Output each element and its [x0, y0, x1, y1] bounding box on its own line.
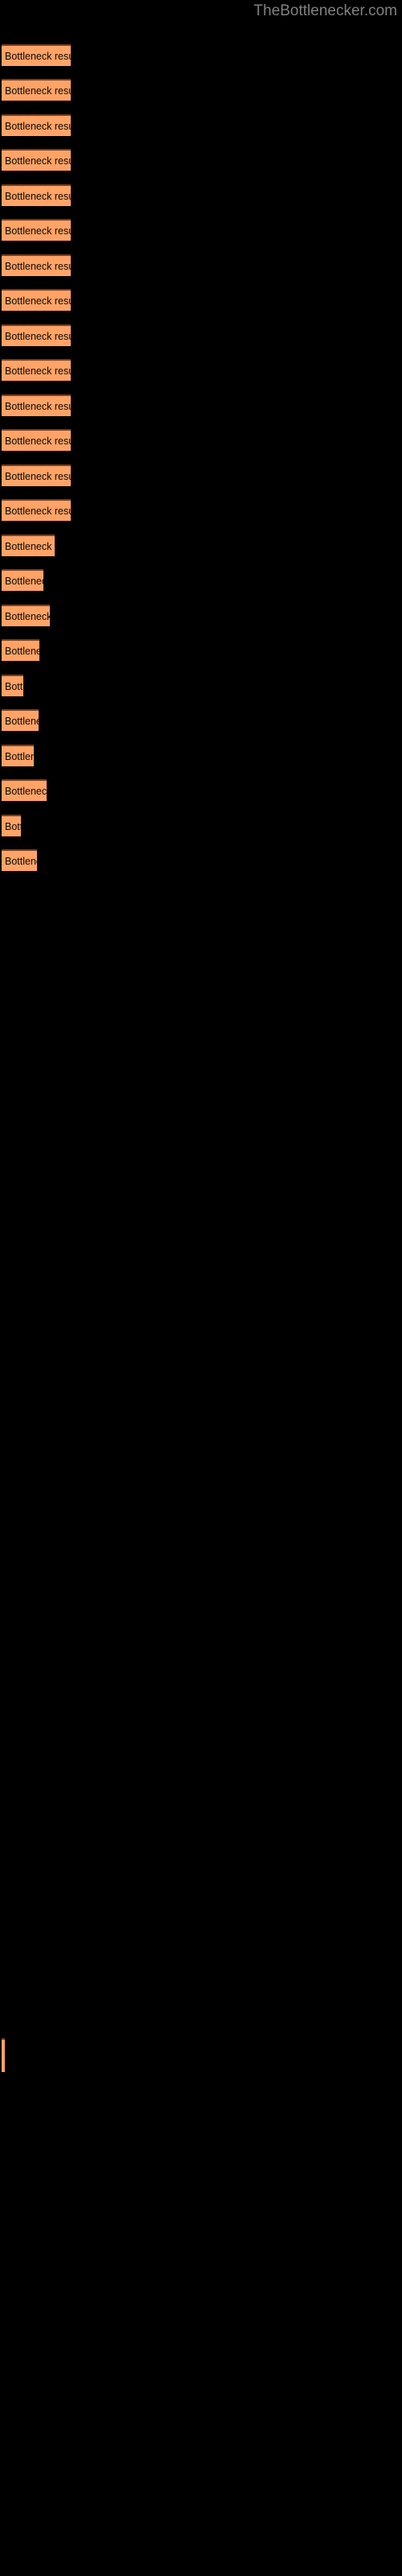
bar-8: Bottleneck result	[2, 289, 71, 311]
bar-label: Bottleneck result	[5, 576, 43, 587]
bar-17: Bottleneck result	[2, 605, 50, 626]
bar-label: Bottleneck result	[5, 225, 71, 237]
bar-9: Bottleneck result	[2, 324, 71, 346]
bar-label: Bottleneck result	[5, 155, 71, 167]
bar-3: Bottleneck result	[2, 114, 71, 136]
bar-label: Bottleneck result	[5, 331, 71, 342]
bar-13: Bottleneck result	[2, 464, 71, 486]
bar-label: Bottleneck result	[5, 646, 39, 657]
bar-19: Bottleneck result	[2, 675, 23, 696]
bar-label: Bottleneck result	[5, 506, 71, 517]
bar-label: Bottleneck result	[5, 261, 71, 272]
bar-5: Bottleneck result	[2, 184, 71, 206]
bar-label: Bottleneck result	[5, 681, 23, 692]
bar-15: Bottleneck result	[2, 535, 55, 556]
site-title: TheBottlenecker.com	[253, 2, 397, 19]
bar-label: Bottleneck result	[5, 365, 71, 377]
bar-label: Bottleneck result	[5, 85, 71, 97]
bar-label: Bottleneck result	[5, 716, 39, 727]
bar-1: Bottleneck result	[2, 44, 71, 66]
bar-18: Bottleneck result	[2, 639, 39, 661]
bar-14: Bottleneck result	[2, 499, 71, 521]
bar-7: Bottleneck result	[2, 254, 71, 276]
bar-label: Bottleneck result	[5, 295, 71, 307]
bar-label: Bottleneck result	[5, 401, 71, 412]
bar-2: Bottleneck result	[2, 79, 71, 101]
bar-label: Bottleneck result	[5, 786, 47, 797]
bar-label: Bottleneck result	[5, 751, 34, 762]
bar-label: Bottleneck result	[5, 856, 37, 867]
bar-21: Bottleneck result	[2, 745, 34, 766]
bar-16: Bottleneck result	[2, 569, 43, 591]
bar-23: Bottleneck result	[2, 815, 21, 836]
bar-label: Bottleneck result	[5, 821, 21, 832]
bar-label: Bottleneck result	[5, 436, 71, 447]
bar-10: Bottleneck result	[2, 359, 71, 381]
bottleneck-bar-chart: TheBottlenecker.com Bottleneck result Bot…	[0, 0, 402, 2576]
bar-label: Bottleneck result	[5, 121, 71, 132]
bar-20: Bottleneck result	[2, 709, 39, 731]
bar-label: Bottleneck result	[5, 541, 55, 552]
bar-label: Bottleneck result	[5, 191, 71, 202]
bar-label: Bottleneck result	[5, 471, 71, 482]
bar-11: Bottleneck result	[2, 394, 71, 416]
bar-label: Bottleneck result	[5, 611, 50, 622]
bar-24: Bottleneck result	[2, 849, 37, 871]
bar-12: Bottleneck result	[2, 429, 71, 451]
bar-6: Bottleneck result	[2, 219, 71, 241]
tail-sliver-bar	[2, 2038, 5, 2072]
bar-4: Bottleneck result	[2, 149, 71, 171]
bar-label: Bottleneck result	[5, 51, 71, 62]
bar-22: Bottleneck result	[2, 779, 47, 801]
